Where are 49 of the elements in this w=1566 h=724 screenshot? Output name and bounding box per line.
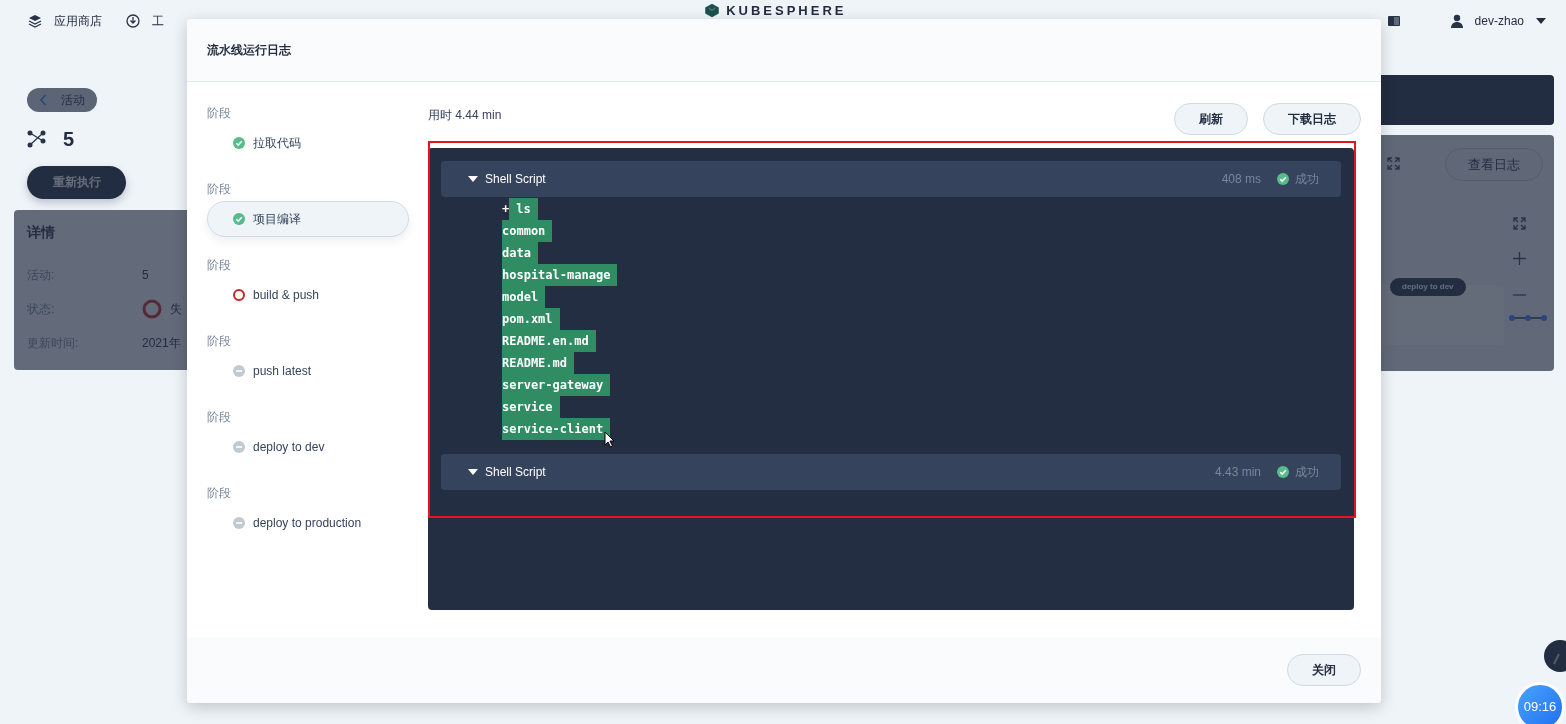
- action-button[interactable]: 下载日志: [1263, 103, 1361, 135]
- dialog-title: 流水线运行日志: [207, 41, 291, 59]
- user-icon: [1450, 14, 1463, 28]
- stage-item[interactable]: 拉取代码: [207, 125, 409, 161]
- card-title: 详情: [27, 224, 56, 242]
- panel-icon[interactable]: [1386, 15, 1401, 27]
- log-section-header[interactable]: Shell Script 4.43 min 成功: [441, 454, 1341, 490]
- triangle-icon[interactable]: [468, 176, 478, 182]
- detail-value: 5: [142, 268, 149, 282]
- section-title: Shell Script: [485, 172, 547, 186]
- status-text: 成功: [1295, 463, 1319, 481]
- stage-item[interactable]: push latest: [207, 353, 409, 389]
- stage-heading: 阶段: [207, 409, 232, 426]
- duration: 408 ms: [1221, 172, 1261, 186]
- stage-heading: 阶段: [207, 105, 232, 122]
- close-button[interactable]: 关闭: [1287, 654, 1361, 686]
- layers-icon: [28, 14, 42, 28]
- shell-prompt: +: [502, 202, 510, 216]
- brand-logo: KUBESPHERE: [726, 3, 847, 18]
- nav-link[interactable]: 工: [152, 12, 164, 30]
- cursor-icon: [604, 431, 615, 448]
- back-icon: [39, 94, 47, 106]
- stage-heading: 阶段: [207, 333, 232, 350]
- stage-heading: 阶段: [207, 181, 232, 198]
- stage-item[interactable]: deploy to production: [207, 505, 409, 541]
- triangle-icon[interactable]: [468, 469, 478, 475]
- detail-value: 失: [170, 300, 182, 318]
- dotted-line-icon: [1508, 314, 1548, 322]
- log-section-header[interactable]: Shell Script 408 ms 成功: [441, 161, 1341, 197]
- stage-item[interactable]: deploy to dev: [207, 429, 409, 465]
- user-name[interactable]: dev-zhao: [1474, 14, 1524, 28]
- run-number: 5: [63, 127, 75, 151]
- status-text: 成功: [1295, 170, 1319, 188]
- stage-item[interactable]: build & push: [207, 277, 409, 313]
- section-title: Shell Script: [485, 465, 547, 479]
- download-icon: [126, 14, 140, 28]
- logo-icon: [704, 3, 721, 18]
- action-button[interactable]: 刷新: [1174, 103, 1248, 135]
- detail-value: 2021年: [142, 334, 181, 352]
- stage-item[interactable]: 项目编译: [207, 201, 409, 237]
- elapsed-time: 用时 4.44 min: [428, 107, 503, 124]
- duration: 4.43 min: [1214, 465, 1261, 479]
- pipeline-icon: [27, 130, 47, 148]
- stage-heading: 阶段: [207, 257, 232, 274]
- caret-icon[interactable]: [1536, 18, 1546, 24]
- stage-heading: 阶段: [207, 485, 232, 502]
- clock-badge[interactable]: 09:16: [1515, 682, 1565, 724]
- floating-button[interactable]: [1544, 640, 1566, 672]
- nav-link[interactable]: 应用商店: [54, 12, 102, 30]
